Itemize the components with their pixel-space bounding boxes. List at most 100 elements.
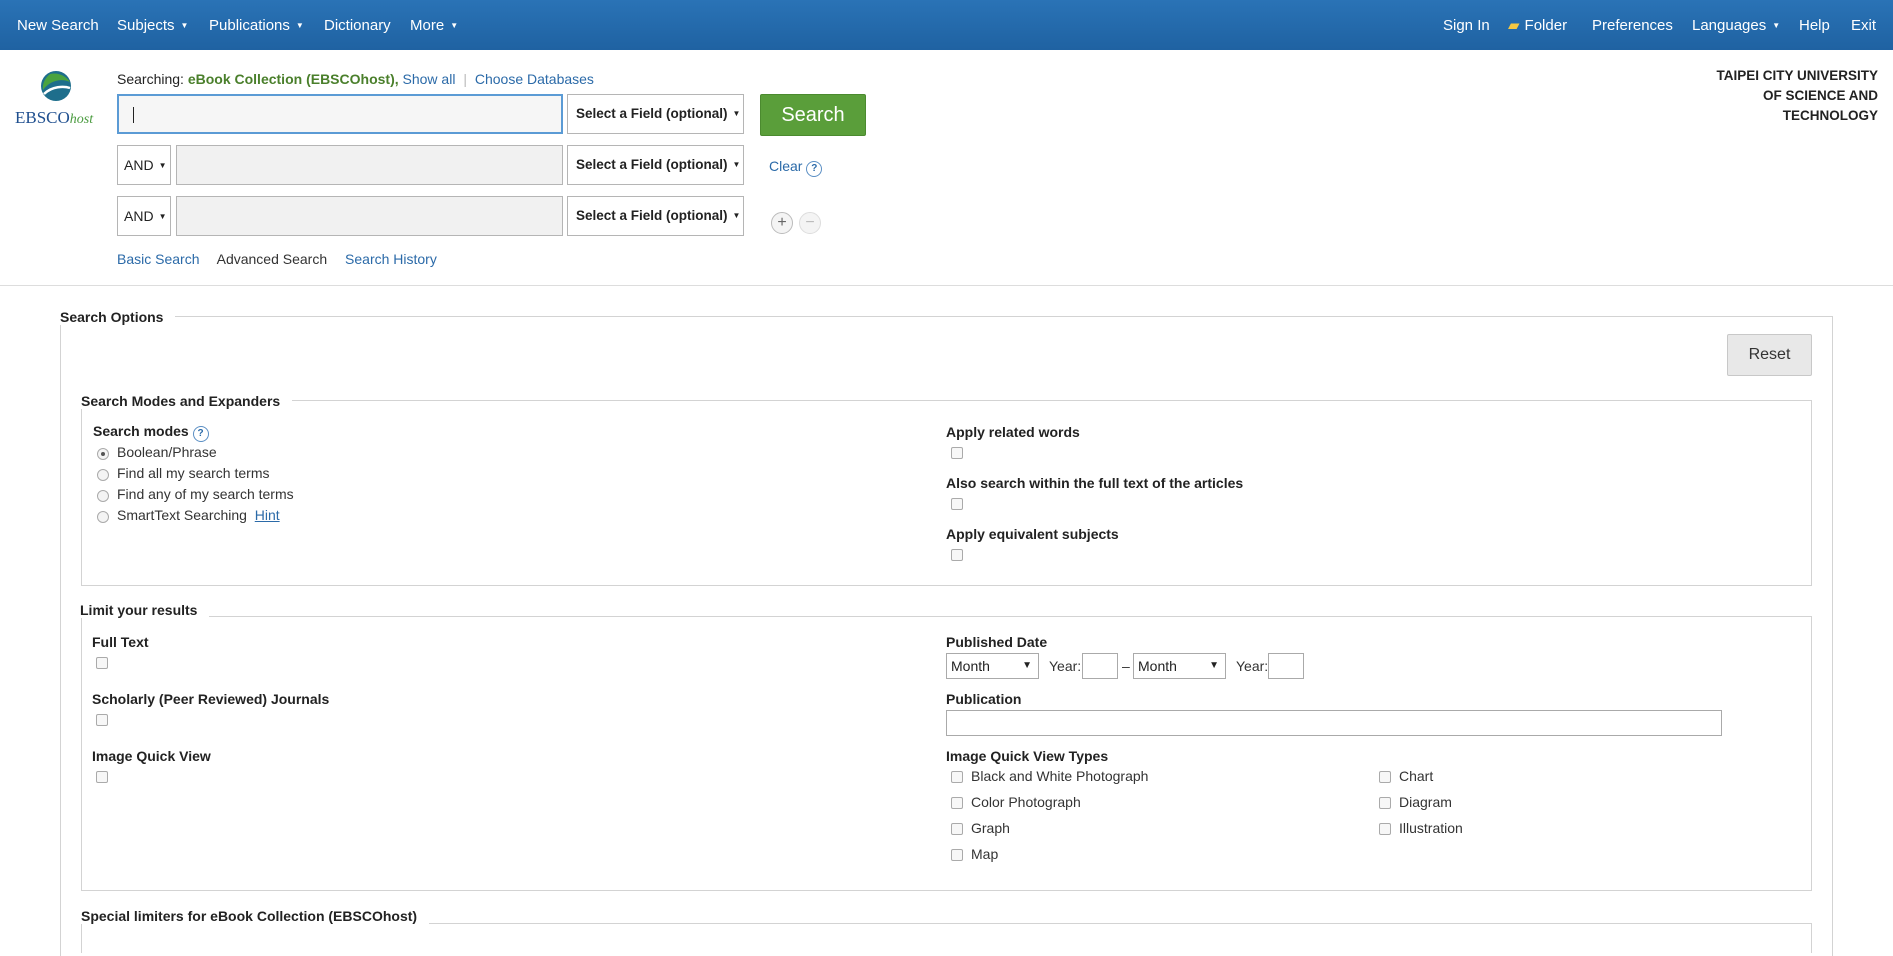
show-all-link[interactable]: Show all	[403, 71, 456, 87]
equivalent-subjects-checkbox[interactable]	[951, 549, 963, 561]
field-select-3[interactable]: Select a Field (optional) ▼	[567, 196, 744, 236]
radio-find-all[interactable]	[97, 469, 109, 481]
search-mode-links: Basic Search Advanced Search Search Hist…	[117, 251, 451, 267]
logo-text-main: EBSCO	[15, 108, 70, 127]
modes-expanders-title: Search Modes and Expanders	[81, 393, 293, 409]
image-quick-view-checkbox[interactable]	[96, 771, 108, 783]
advanced-search-label: Advanced Search	[216, 251, 328, 267]
clear-link[interactable]: Clear	[769, 158, 802, 174]
field-select-2[interactable]: Select a Field (optional) ▼	[567, 145, 744, 185]
diagram-checkbox[interactable]	[1379, 797, 1391, 809]
illustration-checkbox[interactable]	[1379, 823, 1391, 835]
globe-icon	[41, 71, 71, 101]
field-select-label: Select a Field (optional)	[576, 208, 728, 223]
boolean-select-2[interactable]: AND ▼	[117, 145, 171, 185]
apply-related-checkbox[interactable]	[951, 447, 963, 459]
end-year-input[interactable]	[1268, 653, 1304, 679]
special-limiters-panel	[81, 923, 1812, 953]
divider: |	[463, 71, 467, 87]
folder-icon: ▰	[1508, 17, 1520, 34]
caret-down-icon: ▼	[732, 160, 741, 169]
graph-checkbox[interactable]	[951, 823, 963, 835]
full-text-label: Full Text	[92, 634, 149, 650]
nav-publications[interactable]: Publications ▼	[209, 0, 304, 50]
choose-databases-link[interactable]: Choose Databases	[475, 71, 594, 87]
nav-languages[interactable]: Languages ▼	[1692, 0, 1780, 50]
publication-input[interactable]	[946, 710, 1722, 736]
caret-down-icon: ▼	[732, 109, 741, 118]
special-limiters-title: Special limiters for eBook Collection (E…	[81, 908, 430, 924]
top-navigation-bar: New Search Subjects ▼ Publications ▼ Dicti…	[0, 0, 1893, 50]
map-checkbox[interactable]	[951, 849, 963, 861]
scholarly-checkbox[interactable]	[96, 714, 108, 726]
boolean-select-3[interactable]: AND ▼	[117, 196, 171, 236]
chevron-down-icon: ▼	[295, 21, 304, 30]
nav-publications-label: Publications	[209, 17, 290, 34]
org-line: TECHNOLOGY	[1782, 108, 1878, 123]
help-icon[interactable]: ?	[806, 161, 823, 177]
nav-sign-in[interactable]: Sign In	[1443, 0, 1490, 50]
nav-languages-label: Languages	[1692, 17, 1767, 34]
mode-label: Find any of my search terms	[117, 486, 294, 502]
search-input-2[interactable]	[176, 145, 563, 185]
start-year-label: Year:	[1049, 658, 1082, 674]
smarttext-label: SmartText Searching	[117, 507, 247, 523]
full-text-search-label: Also search within the full text of the …	[946, 475, 1244, 491]
ebsco-logo[interactable]: EBSCOhost	[15, 70, 100, 130]
search-history-link[interactable]: Search History	[345, 251, 451, 267]
radio-find-any[interactable]	[97, 490, 109, 502]
apply-related-label: Apply related words	[946, 424, 1080, 440]
iqv-type-label: Black and White Photograph	[971, 768, 1149, 784]
nav-help[interactable]: Help	[1799, 0, 1830, 50]
radio-smarttext[interactable]	[97, 511, 109, 523]
iqv-type-label: Map	[971, 846, 999, 862]
searching-line: Searching: eBook Collection (EBSCOhost),…	[117, 71, 594, 87]
iqv-types-label: Image Quick View Types	[946, 748, 1109, 764]
search-modes-label: Search modes ?	[93, 423, 209, 442]
mode-label: SmartText Searching Hint	[117, 507, 280, 523]
full-text-checkbox[interactable]	[96, 657, 108, 669]
month-label: Month	[1138, 658, 1177, 674]
search-input-3[interactable]	[176, 196, 563, 236]
add-row-plus-icon[interactable]: +	[771, 212, 793, 234]
remove-row-minus-icon[interactable]: −	[799, 212, 821, 234]
search-options-title: Search Options	[60, 309, 176, 325]
start-year-input[interactable]	[1082, 653, 1118, 679]
search-input-1[interactable]	[117, 94, 563, 134]
start-month-select[interactable]: Month ▼	[946, 653, 1039, 679]
nav-exit[interactable]: Exit	[1851, 0, 1876, 50]
nav-preferences[interactable]: Preferences	[1592, 0, 1673, 50]
iqv-type-label: Illustration	[1399, 820, 1463, 836]
search-history-label: Search History	[345, 251, 437, 267]
chevron-down-icon: ▼	[450, 21, 459, 30]
nav-new-search[interactable]: New Search	[17, 0, 99, 50]
nav-subjects[interactable]: Subjects ▼	[117, 0, 188, 50]
equivalent-subjects-label: Apply equivalent subjects	[946, 526, 1119, 542]
institution-name: TAIPEI CITY UNIVERSITY OF SCIENCE AND TE…	[1716, 66, 1878, 126]
nav-more[interactable]: More ▼	[410, 0, 458, 50]
field-select-1[interactable]: Select a Field (optional) ▼	[567, 94, 744, 134]
search-button[interactable]: Search	[760, 94, 866, 136]
full-text-search-checkbox[interactable]	[951, 498, 963, 510]
help-icon[interactable]: ?	[192, 426, 209, 442]
logo-text-suffix: host	[69, 112, 94, 127]
search-modes-text: Search modes	[93, 423, 189, 439]
radio-boolean-phrase[interactable]	[97, 448, 109, 460]
basic-search-link[interactable]: Basic Search	[117, 251, 213, 267]
color-photo-checkbox[interactable]	[951, 797, 963, 809]
chart-checkbox[interactable]	[1379, 771, 1391, 783]
iqv-type-label: Chart	[1399, 768, 1434, 784]
end-month-select[interactable]: Month ▼	[1133, 653, 1226, 679]
month-label: Month	[951, 658, 990, 674]
nav-dictionary[interactable]: Dictionary	[324, 0, 391, 50]
hint-link[interactable]: Hint	[255, 507, 280, 523]
published-date-label: Published Date	[946, 634, 1048, 650]
bw-photo-checkbox[interactable]	[951, 771, 963, 783]
nav-folder[interactable]: ▰ Folder	[1508, 0, 1567, 50]
mode-label: Boolean/Phrase	[117, 444, 217, 460]
nav-folder-label: Folder	[1524, 17, 1568, 34]
text-cursor	[133, 107, 134, 123]
org-line: OF SCIENCE AND	[1762, 88, 1878, 103]
chevron-down-icon: ▼	[180, 21, 189, 30]
reset-button[interactable]: Reset	[1727, 334, 1812, 376]
